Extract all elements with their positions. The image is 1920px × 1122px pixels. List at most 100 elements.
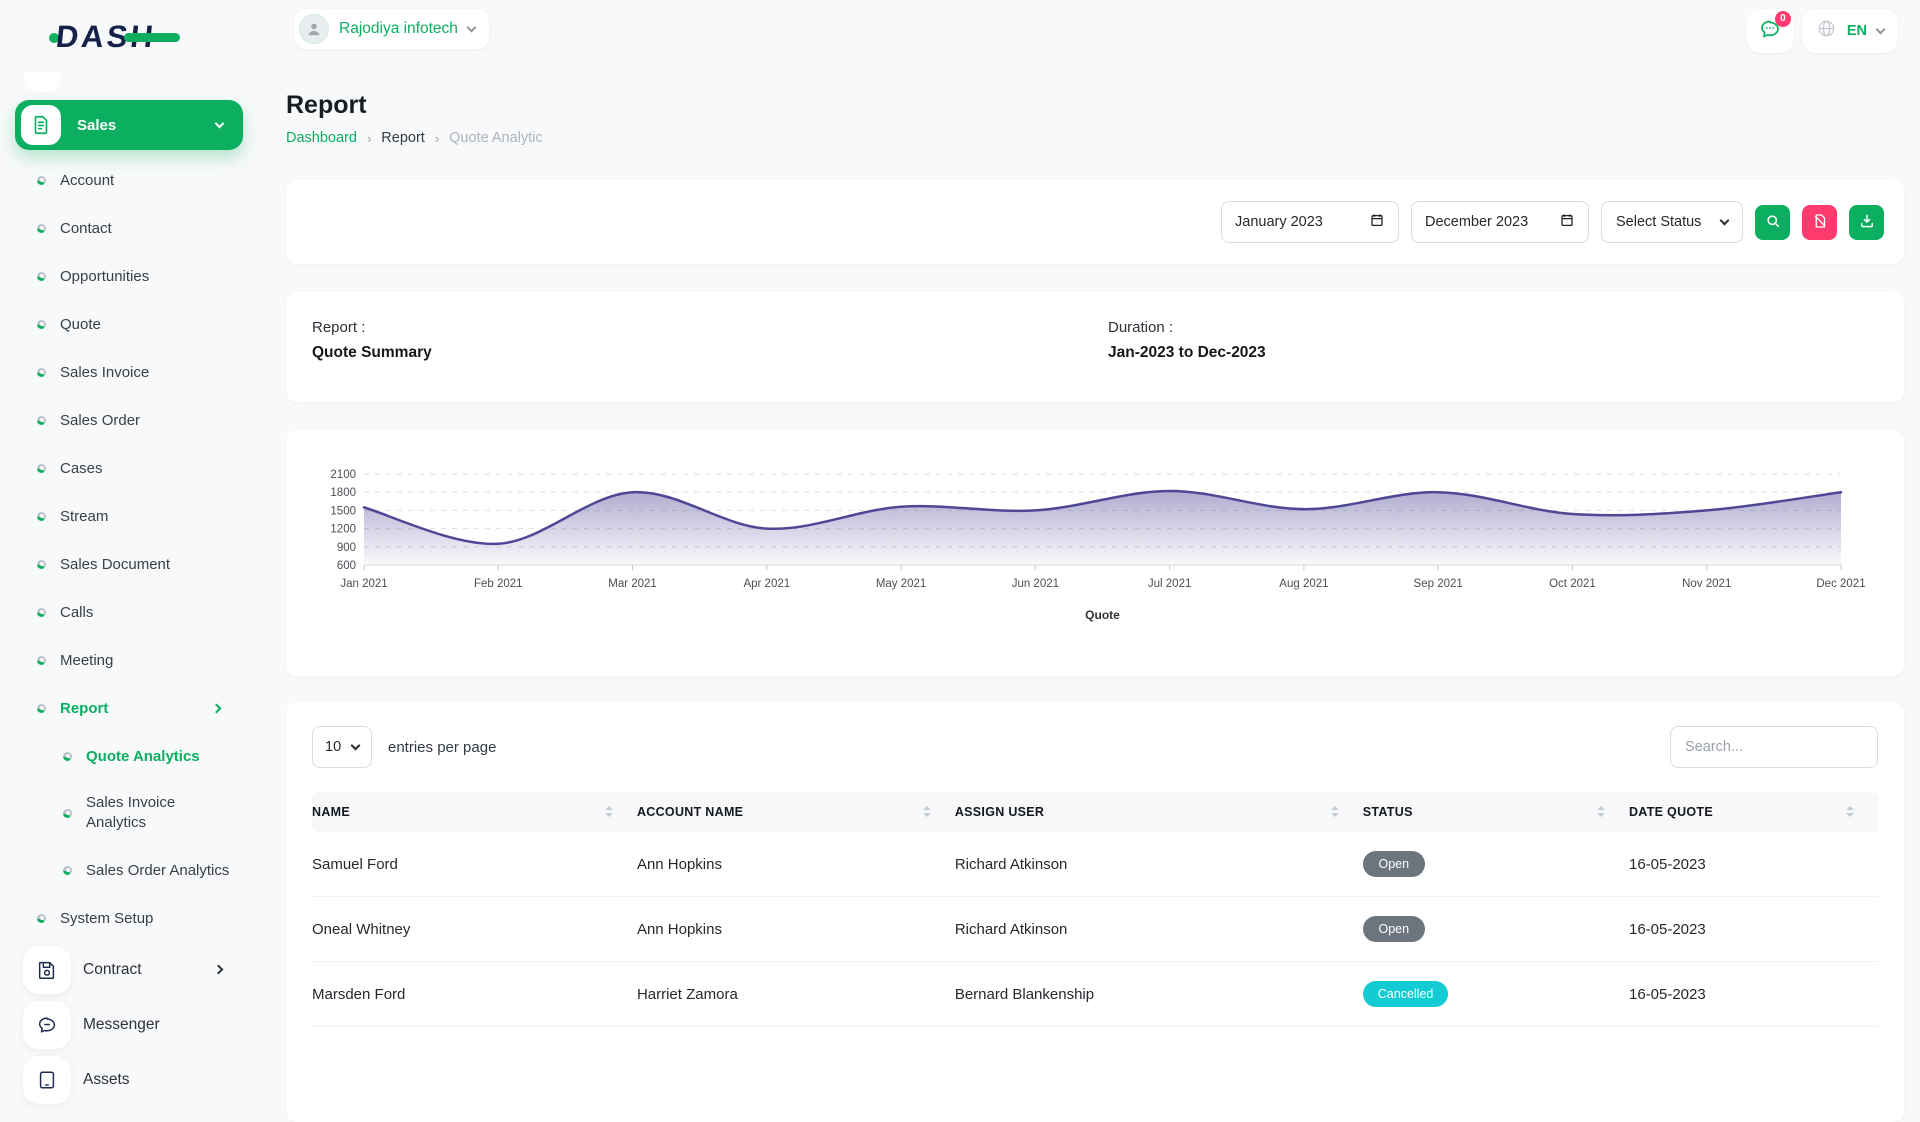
x-tick-label: Jun 2021 (1012, 578, 1059, 590)
sidebar-item-quote[interactable]: Quote (15, 300, 262, 348)
search-input[interactable] (1670, 726, 1878, 768)
column-header-assign-user[interactable]: ASSIGN USER (955, 792, 1363, 832)
sort-icon[interactable] (1846, 806, 1854, 817)
save-icon (23, 946, 71, 994)
sidebar-item-system-setup[interactable]: System Setup (15, 894, 262, 942)
x-tick-label: Aug 2021 (1279, 578, 1328, 590)
bullet-icon (37, 368, 46, 377)
quote-chart-card: 6009001200150018002100Jan 2021Feb 2021Ma… (286, 430, 1904, 676)
column-header-status[interactable]: STATUS (1363, 792, 1629, 832)
sidebar-item-calls[interactable]: Calls (15, 588, 262, 636)
y-tick-label: 1800 (330, 487, 356, 499)
breadcrumb-separator: › (367, 131, 371, 146)
app-root: DASH Sales AccountContactOpportunitiesQu… (0, 0, 1920, 1080)
status-badge: Open (1363, 916, 1425, 942)
x-tick-label: Feb 2021 (474, 578, 523, 590)
main-column: Rajodiya infotech 0 (262, 0, 1920, 1080)
bullet-icon (37, 560, 46, 569)
sidebar-item-sales-invoice[interactable]: Sales Invoice (15, 348, 262, 396)
sort-icon[interactable] (923, 806, 931, 817)
entries-select[interactable]: 10 (312, 726, 372, 768)
language-selector[interactable]: EN (1802, 9, 1898, 53)
sidebar-scroll-remnant (24, 72, 60, 92)
column-header-account-name[interactable]: ACCOUNT NAME (637, 792, 955, 832)
table-row[interactable]: Oneal WhitneyAnn HopkinsRichard Atkinson… (312, 897, 1878, 962)
clear-filter-button[interactable] (1802, 205, 1837, 240)
end-month-input[interactable]: December 2023 (1411, 201, 1589, 243)
chevron-down-icon (1720, 215, 1730, 225)
table-row[interactable]: Marsden FordHarriet ZamoraBernard Blanke… (312, 962, 1878, 1027)
calendar-icon (1559, 212, 1575, 232)
bullet-icon (37, 176, 46, 185)
sidebar-section-sales[interactable]: Sales (15, 100, 243, 150)
page-title: Report (286, 91, 1904, 120)
sidebar-item-sales-order-analytics[interactable]: Sales Order Analytics (15, 846, 262, 894)
sidebar-item-cases[interactable]: Cases (15, 444, 262, 492)
sidebar-item-meeting[interactable]: Meeting (15, 636, 262, 684)
column-header-name[interactable]: NAME (312, 792, 637, 832)
sidebar-sales-label: Sales (77, 117, 200, 134)
bullet-icon (37, 416, 46, 425)
calendar-icon (1369, 212, 1385, 232)
invoice-icon (21, 105, 61, 145)
workspace-selector[interactable]: Rajodiya infotech (294, 9, 489, 49)
sidebar-item-stream[interactable]: Stream (15, 492, 262, 540)
breadcrumb-report[interactable]: Report (381, 130, 425, 146)
sidebar-item-report[interactable]: Report (15, 684, 262, 732)
status-select[interactable]: Select Status (1601, 201, 1743, 243)
sidebar-section-messenger[interactable]: Messenger (15, 997, 262, 1052)
topbar: Rajodiya infotech 0 (262, 0, 1920, 53)
apply-search-button[interactable] (1755, 205, 1790, 240)
chevron-down-icon (351, 740, 361, 750)
messages-count-badge: 0 (1775, 11, 1791, 27)
report-value: Quote Summary (312, 344, 1878, 362)
sidebar: DASH Sales AccountContactOpportunitiesQu… (0, 0, 262, 1080)
x-tick-label: Dec 2021 (1816, 578, 1865, 590)
bullet-icon (63, 866, 72, 875)
sidebar-item-quote-analytics[interactable]: Quote Analytics (15, 732, 262, 780)
quotes-table-card: 10 entries per page NAME ACCOUNT (286, 702, 1904, 1122)
bullet-icon (37, 914, 46, 923)
bullet-icon (37, 704, 46, 713)
sort-icon[interactable] (605, 806, 613, 817)
quote-area-chart: 6009001200150018002100Jan 2021Feb 2021Ma… (312, 466, 1878, 652)
x-tick-label: Nov 2021 (1682, 578, 1731, 590)
file-remove-icon (1811, 212, 1829, 233)
workspace-name: Rajodiya infotech (339, 20, 458, 38)
logo: DASH (56, 16, 156, 58)
bullet-icon (37, 608, 46, 617)
sidebar-item-contact[interactable]: Contact (15, 204, 262, 252)
start-month-value: January 2023 (1235, 214, 1323, 230)
breadcrumb-current: Quote Analytic (449, 130, 543, 146)
messages-button[interactable]: 0 (1747, 9, 1794, 53)
table-row[interactable]: Samuel FordAnn HopkinsRichard AtkinsonOp… (312, 832, 1878, 897)
filter-bar: January 2023 December 2023 (286, 180, 1904, 264)
y-tick-label: 2100 (330, 469, 356, 481)
chevron-right-icon (214, 965, 224, 975)
sidebar-item-sales-document[interactable]: Sales Document (15, 540, 262, 588)
y-tick-label: 1500 (330, 505, 356, 517)
sidebar-item-sales-invoice-analytics[interactable]: Sales Invoice Analytics (15, 780, 262, 846)
entries-per-page: 10 entries per page (312, 726, 496, 768)
sidebar-item-opportunities[interactable]: Opportunities (15, 252, 262, 300)
breadcrumb-dashboard[interactable]: Dashboard (286, 130, 357, 146)
chevron-right-icon (212, 703, 222, 713)
chart-x-title: Quote (1085, 608, 1120, 622)
sidebar-section-contract[interactable]: Contract (15, 942, 262, 997)
sidebar-item-account[interactable]: Account (15, 156, 262, 204)
sort-icon[interactable] (1597, 806, 1605, 817)
download-button[interactable] (1849, 205, 1884, 240)
language-label: EN (1847, 23, 1867, 39)
sort-icon[interactable] (1331, 806, 1339, 817)
x-tick-label: Mar 2021 (608, 578, 657, 590)
report-label: Report : (312, 319, 1878, 336)
x-tick-label: Oct 2021 (1549, 578, 1596, 590)
column-header-date-quote[interactable]: DATE QUOTE (1629, 792, 1878, 832)
duration-label: Duration : (1108, 319, 1266, 336)
entries-label: entries per page (388, 739, 496, 756)
x-tick-label: Sep 2021 (1414, 578, 1463, 590)
start-month-input[interactable]: January 2023 (1221, 201, 1399, 243)
y-tick-label: 900 (337, 542, 356, 554)
sidebar-item-sales-order[interactable]: Sales Order (15, 396, 262, 444)
table-header-row: NAME ACCOUNT NAME ASSIGN USER STATUS DAT… (312, 792, 1878, 832)
